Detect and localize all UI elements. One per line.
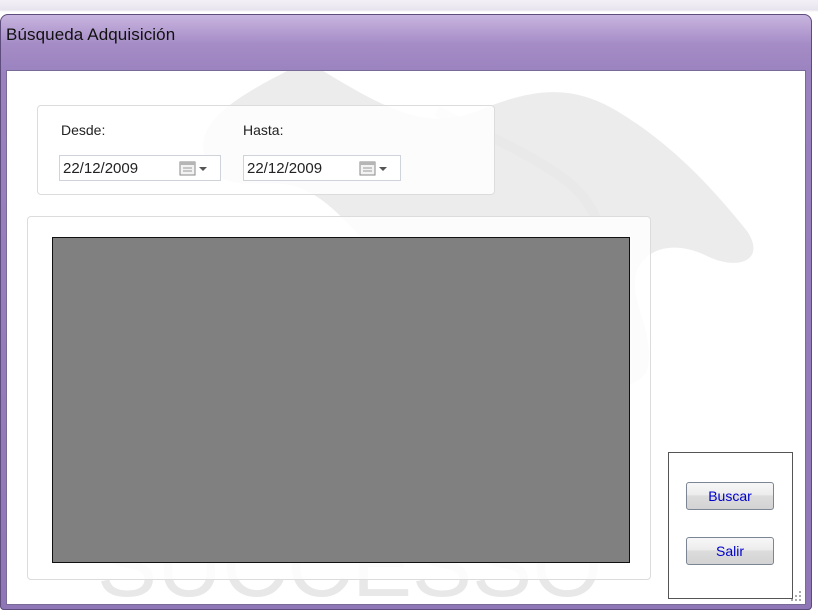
resize-grip-icon[interactable]: [790, 590, 802, 602]
dropdown-arrow-icon: [379, 167, 387, 171]
date-range-group: Desde: Hasta: 22/12/2009 22/12/2009: [37, 105, 495, 195]
hasta-date-picker[interactable]: 22/12/2009: [243, 155, 401, 181]
results-group: [27, 216, 651, 580]
hasta-date-value: 22/12/2009: [247, 159, 323, 177]
desde-calendar-button[interactable]: [179, 160, 217, 177]
buscar-button[interactable]: Buscar: [686, 482, 774, 510]
window-title: Búsqueda Adquisición: [6, 25, 176, 44]
desde-date-value: 22/12/2009: [63, 159, 139, 177]
calendar-icon: [359, 161, 387, 176]
calendar-icon: [179, 161, 207, 176]
dropdown-arrow-icon: [199, 167, 207, 171]
hasta-calendar-button[interactable]: [359, 160, 397, 177]
hasta-label: Hasta:: [243, 122, 284, 138]
app-window: Búsqueda Adquisición SUCCESSO Desde: Has…: [0, 0, 818, 615]
window-client-area: SUCCESSO Desde: Hasta: 22/12/2009: [6, 70, 806, 605]
desde-label: Desde:: [61, 122, 106, 138]
desde-date-picker[interactable]: 22/12/2009: [59, 155, 221, 181]
actions-group: Buscar Salir: [668, 452, 793, 599]
salir-button[interactable]: Salir: [686, 537, 774, 565]
results-data-grid[interactable]: [52, 237, 630, 563]
